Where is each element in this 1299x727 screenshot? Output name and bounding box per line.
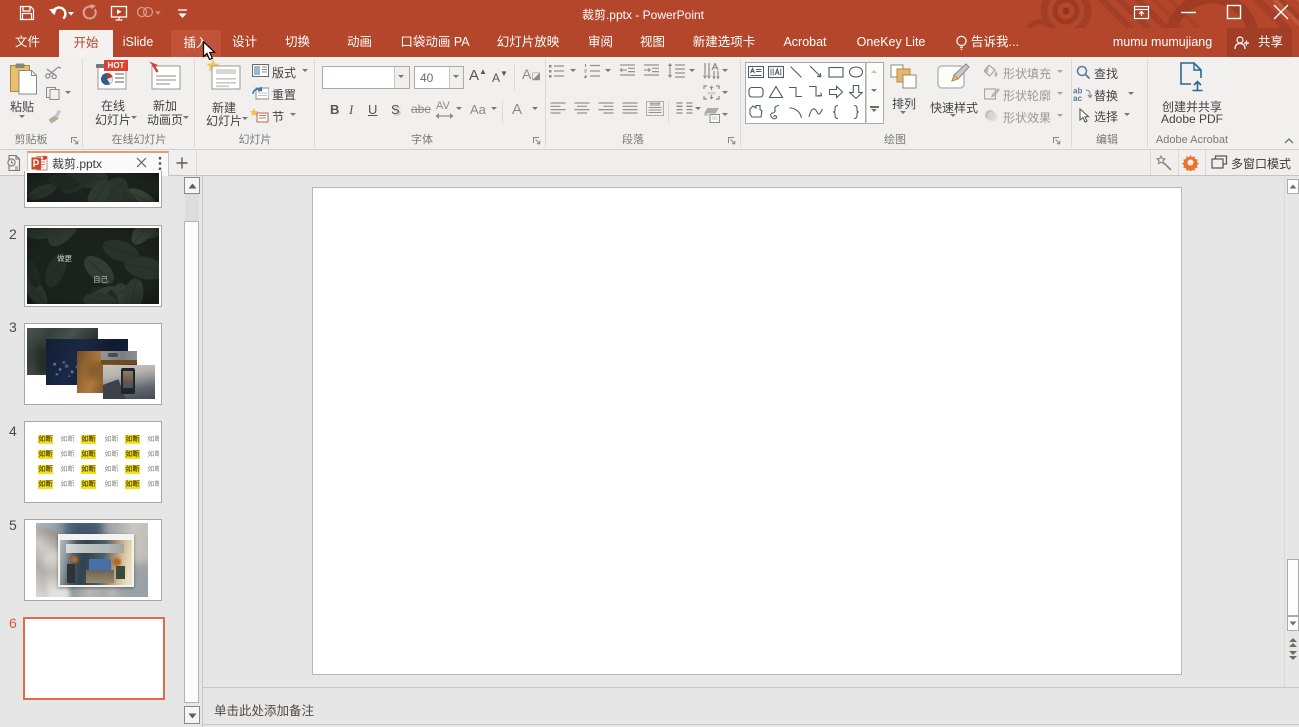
- svg-text:ac: ac: [1073, 94, 1082, 101]
